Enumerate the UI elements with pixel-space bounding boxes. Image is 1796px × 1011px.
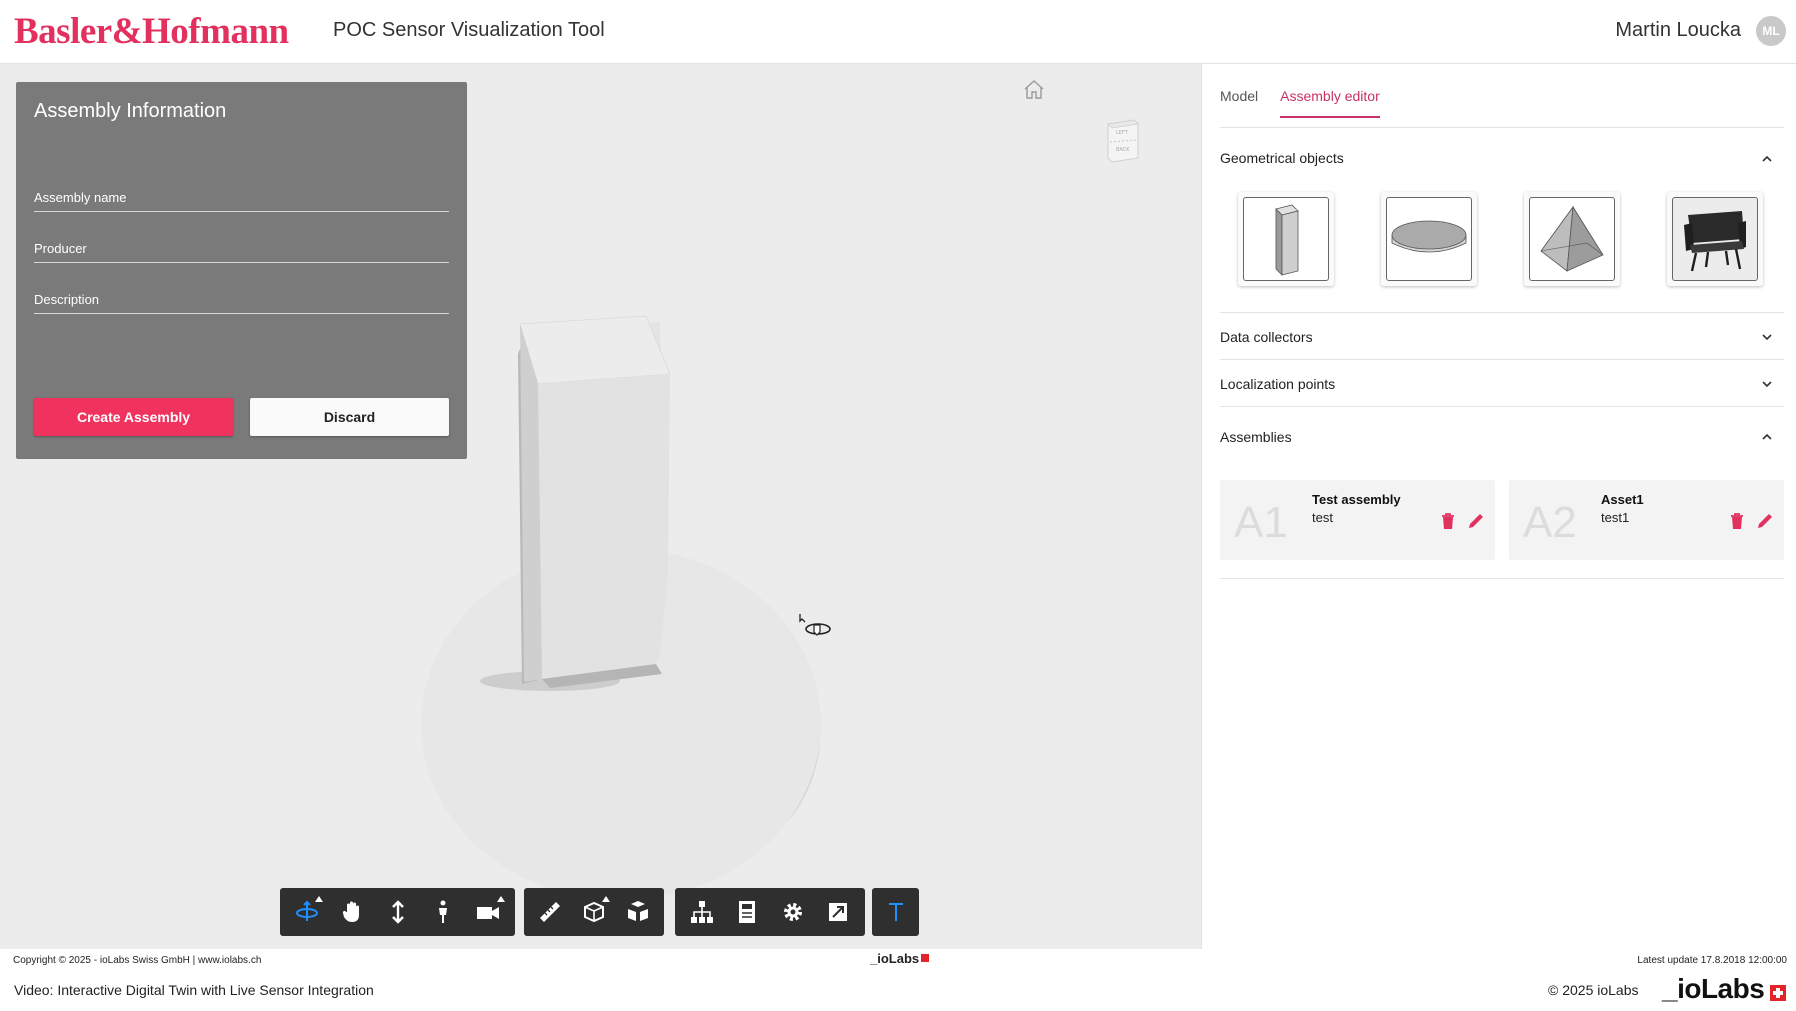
3d-model-render[interactable] — [410, 244, 830, 944]
svg-text:BACK: BACK — [1116, 147, 1130, 153]
iolabs-logo: _ioLabs — [1662, 973, 1765, 1004]
chevron-down-icon[interactable] — [1760, 377, 1774, 391]
assembly-information-panel: Assembly Information Assembly name Produ… — [16, 82, 467, 459]
dolly-arrows-icon — [391, 900, 404, 924]
producer-field[interactable]: Producer — [34, 233, 449, 263]
assemblies-title: Assemblies — [1220, 429, 1292, 445]
properties-button[interactable] — [725, 892, 771, 932]
analysis-toolbar — [524, 888, 664, 936]
tab-model[interactable]: Model — [1220, 88, 1258, 118]
walk-tool-button[interactable] — [420, 892, 465, 932]
data-collectors-title: Data collectors — [1220, 329, 1313, 345]
user-name[interactable]: Martin Loucka — [1615, 19, 1741, 42]
panel-title: Assembly Information — [34, 100, 227, 122]
3d-viewport[interactable]: LEFT BACK Assembly Information Assembly … — [0, 64, 1201, 949]
navigation-toolbar — [280, 888, 515, 936]
chevron-up-icon[interactable] — [1760, 152, 1774, 166]
copyright-iolabs: © 2025 ioLabs — [1548, 982, 1639, 998]
viewcube-icon[interactable]: LEFT BACK — [1104, 118, 1142, 164]
model-toolbar — [675, 888, 865, 936]
text-toolbar — [872, 888, 919, 936]
add-cylinder-button[interactable] — [1381, 192, 1477, 286]
fullscreen-button[interactable] — [816, 892, 862, 932]
assembly-description: test — [1312, 510, 1333, 525]
geometrical-objects-header[interactable]: Geometrical objects — [1220, 150, 1784, 180]
home-icon[interactable] — [1022, 78, 1046, 102]
measure-ruler-icon — [540, 902, 560, 922]
add-chair-button[interactable] — [1667, 192, 1763, 286]
add-pyramid-button[interactable] — [1524, 192, 1620, 286]
explode-tool-button[interactable] — [616, 892, 660, 932]
add-box-button[interactable] — [1238, 192, 1334, 286]
model-tree-icon — [690, 901, 713, 923]
producer-input[interactable] — [34, 233, 449, 262]
geometrical-objects-title: Geometrical objects — [1220, 150, 1344, 166]
assembly-code: A1 — [1234, 498, 1288, 547]
properties-icon — [739, 901, 756, 923]
text-tool-button[interactable] — [876, 892, 915, 932]
explode-cubes-icon — [628, 901, 648, 921]
box-shape-icon — [1275, 204, 1299, 276]
avatar[interactable]: ML — [1756, 16, 1786, 46]
dolly-tool-button[interactable] — [375, 892, 420, 932]
settings-button[interactable] — [770, 892, 816, 932]
page-footer: Copyright © 2025 - ioLabs Swiss GmbH | w… — [0, 949, 1796, 1011]
description-field[interactable]: Description — [34, 284, 449, 314]
video-caption: Video: Interactive Digital Twin with Liv… — [14, 982, 374, 998]
assembly-name-input[interactable] — [34, 182, 449, 211]
copyright-text: Copyright © 2025 - ioLabs Swiss GmbH | w… — [13, 955, 262, 966]
assembly-name-field[interactable]: Assembly name — [34, 182, 449, 212]
chevron-up-icon[interactable] — [1760, 430, 1774, 444]
app-header: Basler&Hofmann POC Sensor Visualization … — [0, 0, 1796, 64]
swiss-flag-icon — [1770, 985, 1786, 1001]
fullscreen-icon — [829, 903, 848, 921]
right-sidebar: Model Assembly editor Geometrical object… — [1201, 64, 1796, 949]
tab-assembly-editor[interactable]: Assembly editor — [1280, 88, 1380, 118]
chevron-down-icon[interactable] — [1760, 330, 1774, 344]
delete-icon[interactable] — [1728, 512, 1746, 530]
assembly-description: test1 — [1601, 510, 1630, 525]
create-assembly-button[interactable]: Create Assembly — [34, 398, 233, 436]
delete-icon[interactable] — [1439, 512, 1457, 530]
orbit-icon — [295, 900, 318, 921]
pyramid-shape-icon — [1540, 205, 1604, 272]
swiss-flag-icon — [921, 954, 929, 962]
camera-icon — [477, 907, 500, 919]
section-box-icon — [584, 901, 604, 923]
brand-logo[interactable]: Basler&Hofmann — [14, 10, 289, 53]
localization-points-title: Localization points — [1220, 376, 1336, 392]
assembly-card[interactable]: A2 Asset1 test1 — [1509, 480, 1784, 560]
sidebar-tabs: Model Assembly editor — [1220, 88, 1380, 118]
data-collectors-header[interactable]: Data collectors — [1220, 327, 1784, 353]
assembly-name: Asset1 — [1601, 492, 1644, 507]
orbit-cursor-icon — [799, 614, 831, 636]
cylinder-disc-icon — [1391, 220, 1467, 253]
orbit-tool-button[interactable] — [284, 892, 329, 932]
assembly-code: A2 — [1523, 498, 1577, 547]
edit-pencil-icon[interactable] — [1467, 512, 1485, 530]
model-tree-button[interactable] — [679, 892, 725, 932]
assemblies-header[interactable]: Assemblies — [1220, 427, 1784, 453]
settings-gear-icon — [783, 903, 802, 921]
walk-person-icon — [438, 900, 447, 923]
iolabs-logo-small: _ioLabs — [870, 951, 920, 966]
measure-tool-button[interactable] — [528, 892, 572, 932]
pan-hand-icon — [343, 901, 360, 922]
text-t-icon — [888, 903, 903, 921]
latest-update-text: Latest update 17.8.2018 12:00:00 — [1637, 955, 1787, 966]
pan-tool-button[interactable] — [329, 892, 374, 932]
localization-points-header[interactable]: Localization points — [1220, 374, 1784, 400]
description-input[interactable] — [34, 284, 449, 313]
camera-tool-button[interactable] — [466, 892, 511, 932]
svg-text:LEFT: LEFT — [1116, 130, 1129, 136]
assembly-name: Test assembly — [1312, 492, 1401, 507]
assembly-card[interactable]: A1 Test assembly test — [1220, 480, 1495, 560]
edit-pencil-icon[interactable] — [1756, 512, 1774, 530]
app-title: POC Sensor Visualization Tool — [333, 19, 605, 41]
section-tool-button[interactable] — [572, 892, 616, 932]
chair-shape-icon — [1684, 211, 1746, 272]
